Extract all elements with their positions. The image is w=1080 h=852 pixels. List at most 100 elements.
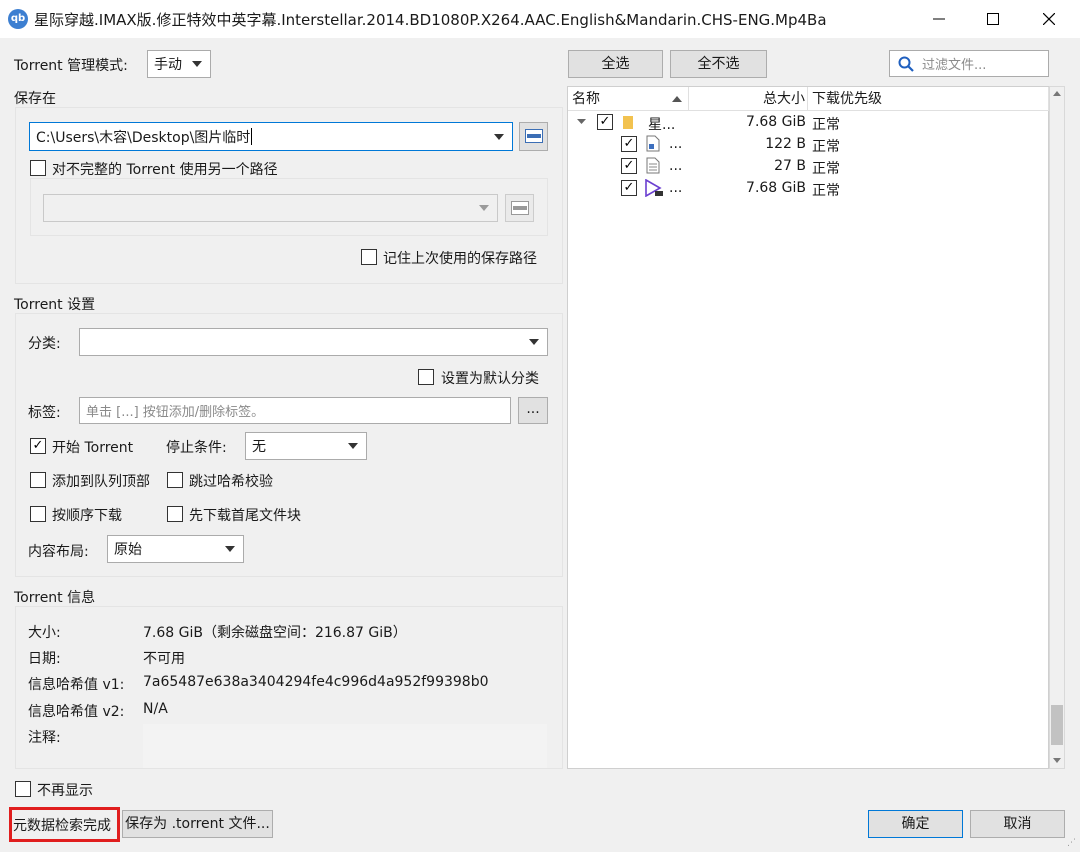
- sort-ascending-icon: [672, 96, 682, 102]
- file-checkbox[interactable]: ✓: [621, 158, 637, 174]
- sequential-checkbox[interactable]: [30, 506, 46, 522]
- file-priority: 正常: [812, 183, 840, 199]
- select-none-button[interactable]: 全不选: [670, 50, 767, 78]
- save-path-input[interactable]: C:\Users\木容\Desktop\图片临时: [29, 122, 513, 151]
- management-mode-value: 手动: [154, 57, 182, 73]
- management-mode-select[interactable]: 手动: [147, 50, 211, 78]
- maximize-button[interactable]: [966, 0, 1020, 38]
- content-layout-select[interactable]: 原始: [107, 535, 244, 563]
- file-tree-scrollbar[interactable]: [1049, 86, 1065, 769]
- cancel-button[interactable]: 取消: [970, 810, 1065, 838]
- app-logo-icon: qb: [8, 9, 28, 29]
- chevron-down-icon: [225, 546, 235, 552]
- file-checkbox[interactable]: ✓: [621, 136, 637, 152]
- sequential-label: 按顺序下载: [52, 508, 122, 524]
- folder-browse-icon: [524, 129, 543, 143]
- edit-tags-button[interactable]: ...: [518, 397, 548, 424]
- file-size: 7.68 GiB: [746, 114, 806, 130]
- category-label: 分类:: [28, 336, 61, 352]
- text-file-icon: [646, 157, 660, 174]
- subtitle-file-icon: [646, 135, 660, 152]
- folder-icon: [623, 116, 633, 129]
- chevron-down-icon: [348, 443, 358, 449]
- size-label: 大小:: [28, 625, 61, 641]
- chevron-down-icon: [529, 339, 539, 345]
- first-last-label: 先下载首尾文件块: [189, 508, 301, 524]
- dont-show-label: 不再显示: [37, 783, 93, 799]
- select-all-button[interactable]: 全选: [568, 50, 663, 78]
- size-value: 7.68 GiB（剩余磁盘空间：216.87 GiB）: [143, 625, 407, 641]
- hash-v1-label: 信息哈希值 v1:: [28, 677, 125, 693]
- save-path-value: C:\Users\木容\Desktop\图片临时: [36, 129, 251, 146]
- file-checkbox[interactable]: ✓: [621, 180, 637, 196]
- filter-files-input[interactable]: 过滤文件...: [889, 50, 1049, 77]
- file-tree[interactable]: 名称 总大小 下载优先级 ✓ 星... 7.68 GiB 正常 ✓ ... 12…: [567, 86, 1049, 769]
- remember-path-checkbox[interactable]: [361, 249, 377, 265]
- save-torrent-file-button[interactable]: 保存为 .torrent 文件...: [122, 810, 273, 838]
- start-torrent-checkbox[interactable]: ✓: [30, 438, 46, 454]
- add-top-queue-checkbox[interactable]: [30, 472, 46, 488]
- file-size: 7.68 GiB: [746, 180, 806, 196]
- date-value: 不可用: [143, 651, 185, 667]
- table-row[interactable]: ✓ ... 27 B 正常: [568, 155, 1048, 177]
- hash-v2-label: 信息哈希值 v2:: [28, 704, 125, 720]
- default-category-checkbox[interactable]: [418, 369, 434, 385]
- comment-field: [143, 724, 547, 768]
- minimize-button[interactable]: [912, 0, 966, 38]
- stop-condition-label: 停止条件:: [166, 440, 227, 456]
- alt-path-input: [43, 194, 498, 222]
- comment-label: 注释:: [28, 730, 61, 746]
- tags-label: 标签:: [28, 405, 61, 421]
- table-row[interactable]: ✓ ... 7.68 GiB 正常: [568, 177, 1048, 199]
- file-priority: 正常: [812, 139, 840, 155]
- file-priority: 正常: [812, 161, 840, 177]
- browse-save-path-button[interactable]: [519, 122, 548, 151]
- skip-hash-label: 跳过哈希校验: [189, 474, 273, 490]
- search-icon: [898, 56, 914, 72]
- alt-path-checkbox[interactable]: [30, 160, 46, 176]
- file-size: 27 B: [774, 158, 806, 174]
- category-select[interactable]: [79, 328, 548, 356]
- scroll-down-icon: [1053, 758, 1061, 763]
- resize-grip-icon[interactable]: ⋰: [1067, 838, 1077, 848]
- date-label: 日期:: [28, 651, 61, 667]
- chevron-down-icon: [577, 119, 586, 124]
- default-category-label: 设置为默认分类: [441, 371, 539, 387]
- table-row[interactable]: ✓ 星... 7.68 GiB 正常: [568, 111, 1048, 133]
- text-cursor: [251, 128, 253, 145]
- tags-input[interactable]: 单击 [...] 按钮添加/删除标签。: [79, 397, 511, 424]
- column-name-header[interactable]: 名称: [568, 87, 689, 111]
- first-last-checkbox[interactable]: [167, 506, 183, 522]
- scroll-up-icon: [1053, 91, 1061, 96]
- tags-placeholder: 单击 [...] 按钮添加/删除标签。: [86, 405, 265, 420]
- minimize-icon: [933, 18, 945, 20]
- column-priority-header[interactable]: 下载优先级: [808, 87, 1049, 111]
- management-mode-label: Torrent 管理模式:: [14, 58, 128, 74]
- file-name: ...: [669, 180, 683, 196]
- metadata-status-text: 元数据检索完成: [13, 818, 111, 834]
- stop-condition-select[interactable]: 无: [245, 432, 367, 460]
- file-priority: 正常: [812, 117, 840, 133]
- stop-condition-value: 无: [252, 439, 266, 455]
- skip-hash-checkbox[interactable]: [167, 472, 183, 488]
- chevron-down-icon: [494, 133, 504, 140]
- scrollbar-thumb[interactable]: [1051, 705, 1063, 745]
- column-size-header[interactable]: 总大小: [689, 87, 808, 111]
- file-checkbox[interactable]: ✓: [597, 114, 613, 130]
- content-layout-value: 原始: [114, 542, 142, 558]
- ok-button[interactable]: 确定: [868, 810, 963, 838]
- table-row[interactable]: ✓ ... 122 B 正常: [568, 133, 1048, 155]
- save-section-title: 保存在: [14, 91, 56, 107]
- chevron-down-icon: [192, 61, 202, 67]
- file-name: ...: [669, 136, 683, 152]
- hash-v2-value: N/A: [143, 701, 168, 717]
- column-name-label: 名称: [572, 91, 600, 107]
- hash-v1-value: 7a65487e638a3404294fe4c996d4a952f99398b0: [143, 674, 489, 690]
- settings-section-title: Torrent 设置: [14, 297, 96, 313]
- close-button[interactable]: [1022, 0, 1076, 38]
- dont-show-checkbox[interactable]: [15, 781, 31, 797]
- video-file-icon: [645, 179, 663, 197]
- chevron-down-icon: [479, 205, 489, 211]
- add-top-queue-label: 添加到队列顶部: [52, 474, 150, 490]
- file-name: ...: [669, 158, 683, 174]
